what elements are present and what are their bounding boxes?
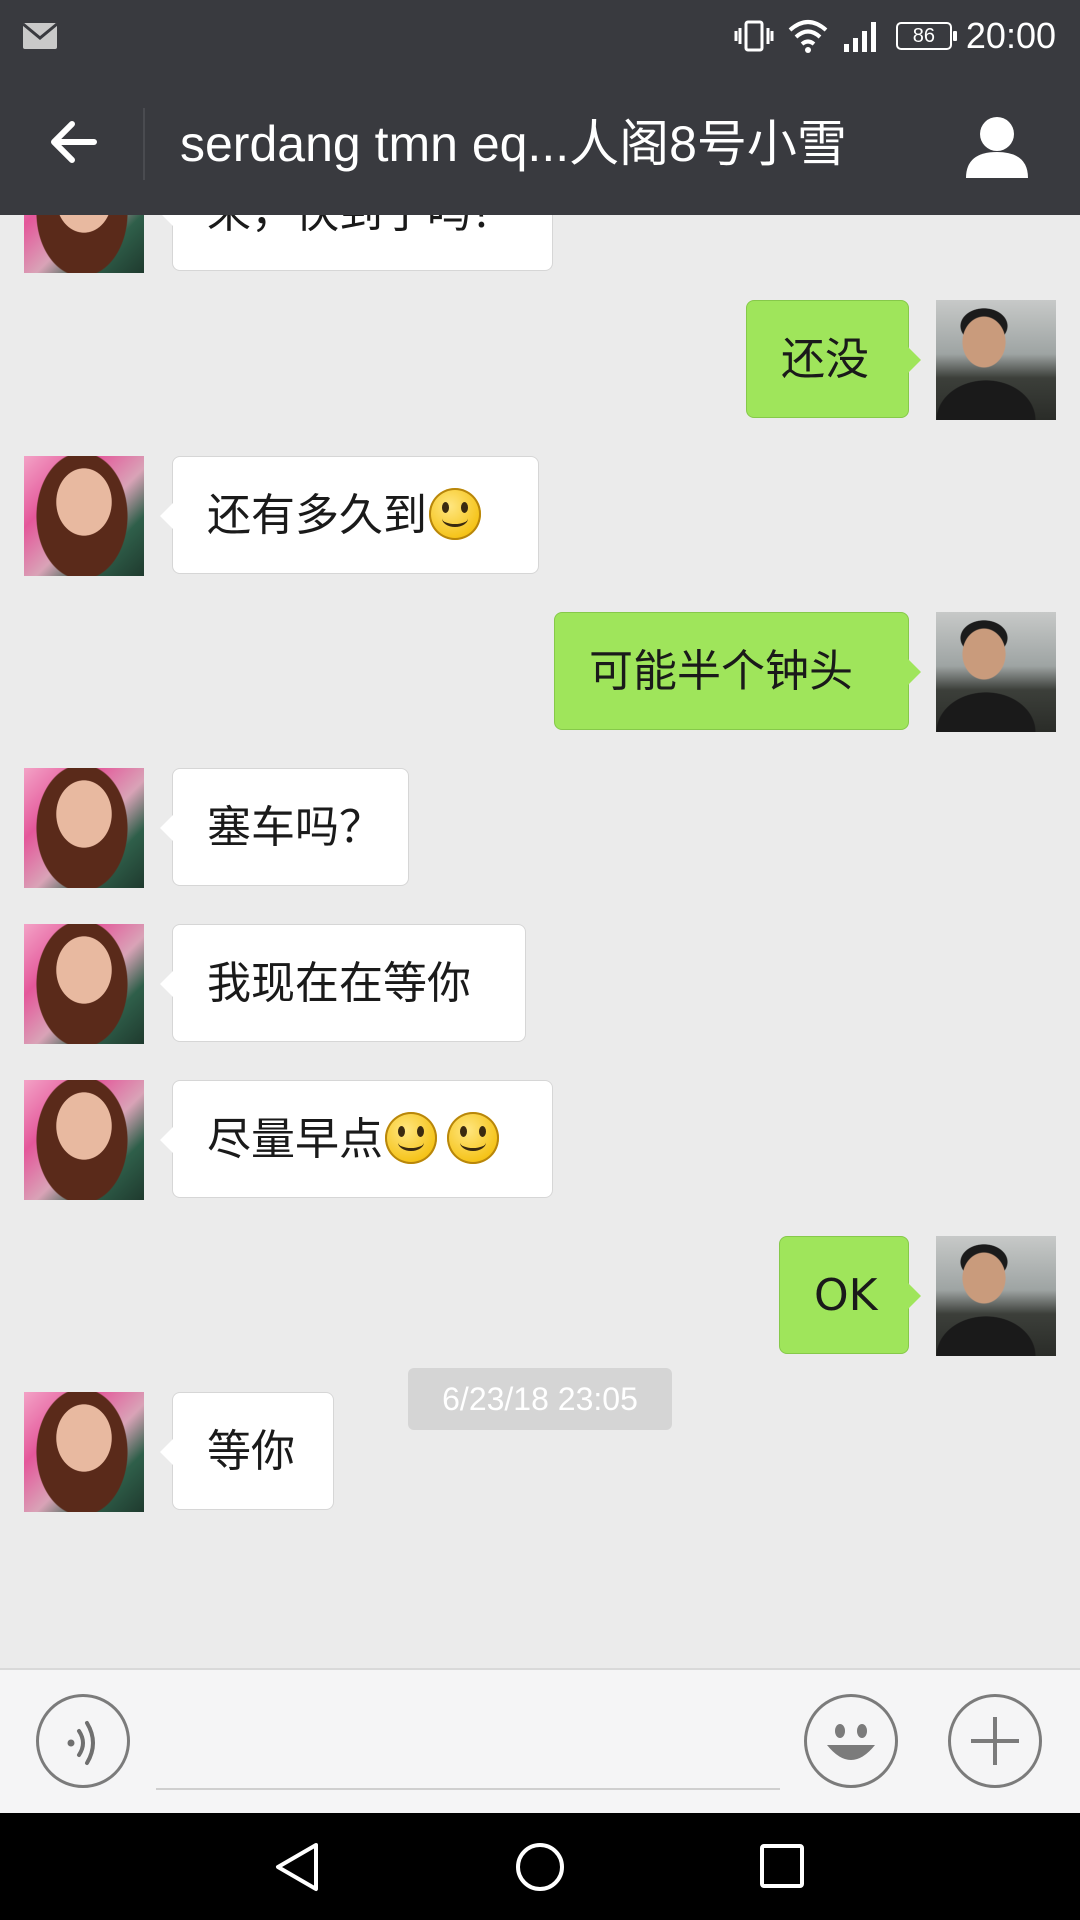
home-circle-icon[interactable] [514,1841,566,1893]
smile-emoji-icon [429,488,481,540]
vibrate-icon [734,20,774,52]
input-bar [0,1668,1080,1813]
message-text: OK [814,1270,878,1321]
chat-title: serdang tmn eq...人阁8号小雪 [180,116,847,172]
battery-level: 86 [912,24,936,47]
message-text: 尽量早点 [207,1114,383,1165]
header-divider [143,108,145,180]
message-list[interactable]: 来，快到了吗？ 还没 还有多久到 可能半个钟头 塞车吗？ 我现在在等你 [0,215,1080,1668]
message-text: 可能半个钟头 [589,646,853,697]
mail-icon [22,22,58,49]
message-text: 来，快到了吗？ [207,215,515,238]
voice-button[interactable] [36,1694,130,1788]
emoji-button[interactable] [804,1694,898,1788]
contact-avatar[interactable] [24,924,144,1044]
my-avatar[interactable] [936,300,1056,420]
status-time: 20:00 [965,15,1056,56]
wifi-icon [788,20,828,53]
message-text: 还有多久到 [207,490,427,541]
smile-emoji-icon [385,1112,437,1164]
message-bubble[interactable]: 我现在在等你 [160,924,526,1042]
battery-indicator: 86 [895,22,957,50]
arrow-left-icon[interactable] [44,112,104,172]
emoji-icon [827,1724,875,1760]
time-divider: 6/23/18 23:05 [408,1368,672,1430]
message-bubble[interactable]: 等你 [160,1392,334,1510]
message-text: 我现在在等你 [207,958,471,1009]
my-avatar[interactable] [936,1236,1056,1356]
message-bubble[interactable]: OK [779,1236,921,1354]
system-nav-bar [0,1813,1080,1920]
contact-avatar[interactable] [24,456,144,576]
back-triangle-icon[interactable] [272,1841,322,1893]
contact-avatar[interactable] [24,215,144,273]
message-input[interactable] [156,1688,780,1790]
smile-emoji-icon [447,1112,499,1164]
contact-avatar[interactable] [24,1080,144,1200]
message-bubble[interactable]: 还有多久到 [160,456,539,574]
message-bubble[interactable]: 塞车吗？ [160,768,409,886]
message-bubble[interactable]: 可能半个钟头 [554,612,921,730]
voice-icon [67,1721,95,1765]
chat-header: serdang tmn eq...人阁8号小雪 [0,72,1080,215]
my-avatar[interactable] [936,612,1056,732]
message-text: 还没 [781,334,869,385]
message-text: 等你 [207,1426,295,1477]
message-text: 塞车吗？ [207,802,383,853]
plus-icon [971,1717,1019,1765]
message-bubble[interactable]: 来，快到了吗？ [160,215,553,271]
message-bubble[interactable]: 还没 [746,300,921,418]
contact-avatar[interactable] [24,1392,144,1512]
signal-icon [843,22,876,52]
more-button[interactable] [948,1694,1042,1788]
person-icon[interactable] [962,112,1032,182]
message-bubble[interactable]: 尽量早点 [160,1080,553,1198]
contact-avatar[interactable] [24,768,144,888]
status-bar: 86 20:00 [0,0,1080,72]
recents-square-icon[interactable] [758,1841,806,1891]
